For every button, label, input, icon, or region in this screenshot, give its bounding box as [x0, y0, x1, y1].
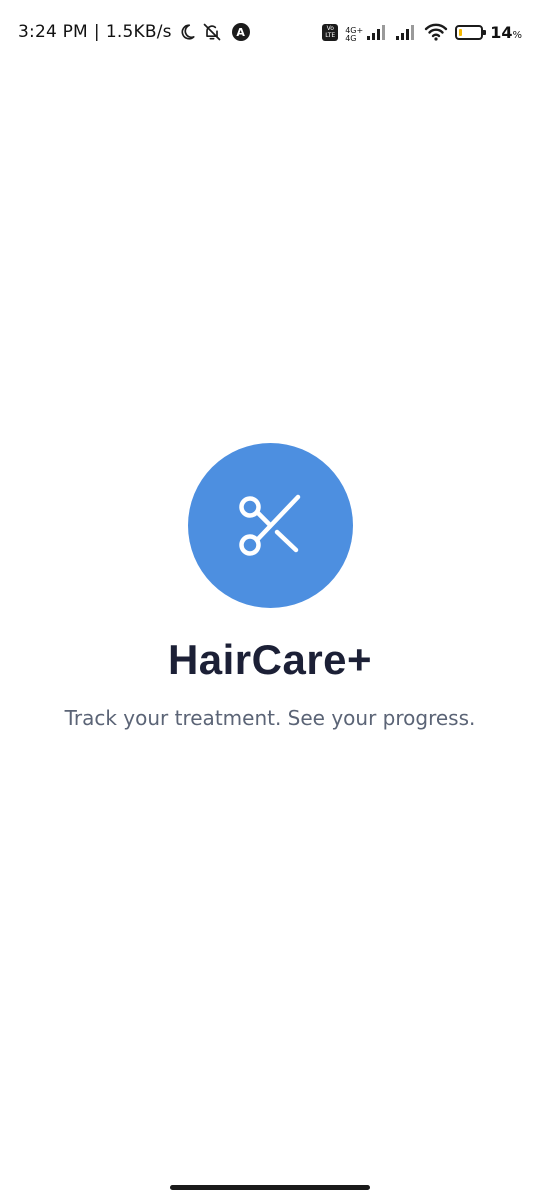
battery-percentage: 14% — [490, 23, 522, 42]
status-separator: | — [93, 22, 100, 42]
app-logo — [188, 443, 353, 608]
status-bar: 3:24 PM | 1.5KB/s A Vo LTE 4G+ 4G 14% — [0, 0, 540, 64]
app-notification-icon: A — [231, 23, 250, 41]
home-indicator[interactable] — [170, 1185, 370, 1190]
signal-icon-sim2 — [395, 23, 417, 41]
volte-label-bottom: LTE — [325, 32, 336, 39]
status-bar-right: Vo LTE 4G+ 4G 14% — [322, 21, 522, 43]
signal-icon-sim1 — [366, 23, 388, 41]
volte-icon: Vo LTE — [322, 23, 339, 41]
splash-screen: 3:24 PM | 1.5KB/s A Vo LTE 4G+ 4G 14% Ha… — [0, 0, 540, 1200]
bell-off-icon — [202, 22, 222, 42]
battery-percentage-value: 14 — [490, 22, 513, 42]
battery-fill — [459, 28, 463, 36]
battery-icon — [455, 24, 487, 40]
wifi-icon — [424, 23, 448, 41]
app-name: HairCare+ — [167, 636, 373, 683]
app-tagline: Track your treatment. See your progress. — [64, 706, 476, 730]
battery-percentage-unit: % — [512, 29, 522, 41]
volte-label-top: Vo — [326, 25, 334, 32]
network-type-sub: 4G — [345, 34, 357, 43]
moon-icon — [178, 23, 196, 41]
status-bar-left: 3:24 PM | 1.5KB/s A — [18, 22, 250, 42]
scissors-icon — [235, 490, 307, 562]
network-speed: 1.5KB/s — [105, 22, 172, 42]
network-type-label: 4G+ 4G — [345, 27, 363, 43]
status-time: 3:24 PM — [18, 22, 88, 42]
